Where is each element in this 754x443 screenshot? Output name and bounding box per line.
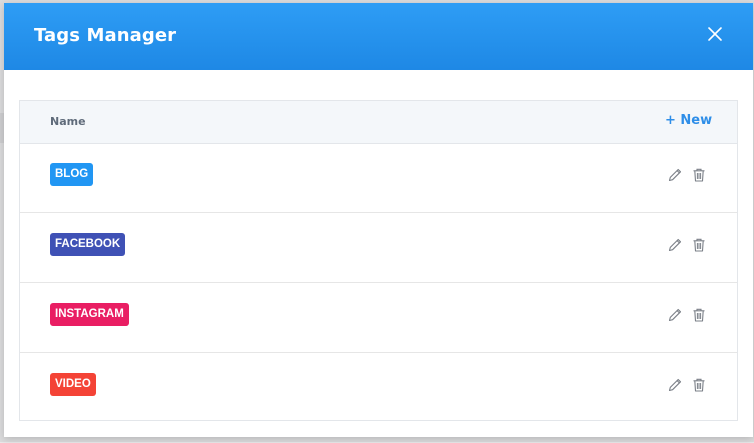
- delete-button[interactable]: [691, 167, 707, 183]
- tag-badge-blog[interactable]: BLOG: [50, 163, 94, 186]
- modal-header: Tags Manager: [4, 3, 753, 70]
- delete-button[interactable]: [691, 237, 707, 253]
- pencil-icon: [668, 168, 682, 182]
- edit-button[interactable]: [667, 307, 683, 323]
- row-actions: [667, 167, 711, 185]
- tag-badge-instagram[interactable]: INSTAGRAM: [50, 303, 129, 326]
- pencil-icon: [668, 238, 682, 252]
- table-header: Name + New: [20, 101, 737, 144]
- row-actions: [667, 237, 711, 255]
- delete-button[interactable]: [691, 307, 707, 323]
- edit-button[interactable]: [667, 237, 683, 253]
- table-row: BLOG: [20, 143, 737, 213]
- pencil-icon: [668, 308, 682, 322]
- new-tag-button[interactable]: + New: [665, 113, 712, 128]
- edit-button[interactable]: [667, 167, 683, 183]
- row-actions: [667, 307, 711, 325]
- trash-icon: [693, 238, 705, 252]
- column-header-name: Name: [50, 115, 86, 128]
- tags-table: Name + New BLOG FACEBOOK INSTAGRAM VIDEO: [19, 100, 738, 421]
- edit-button[interactable]: [667, 377, 683, 393]
- trash-icon: [693, 308, 705, 322]
- table-row: FACEBOOK: [20, 213, 737, 283]
- trash-icon: [693, 378, 705, 392]
- tags-manager-modal: Tags Manager Name + New BLOG FACEBOOK IN…: [4, 3, 753, 437]
- table-row: INSTAGRAM: [20, 283, 737, 353]
- delete-button[interactable]: [691, 377, 707, 393]
- row-actions: [667, 377, 711, 395]
- pencil-icon: [668, 378, 682, 392]
- tag-badge-video[interactable]: VIDEO: [50, 373, 96, 396]
- modal-title: Tags Manager: [34, 25, 177, 46]
- close-icon: [708, 27, 722, 41]
- close-button[interactable]: [704, 23, 726, 45]
- trash-icon: [693, 168, 705, 182]
- tag-badge-facebook[interactable]: FACEBOOK: [50, 233, 126, 256]
- table-row: VIDEO: [20, 353, 737, 423]
